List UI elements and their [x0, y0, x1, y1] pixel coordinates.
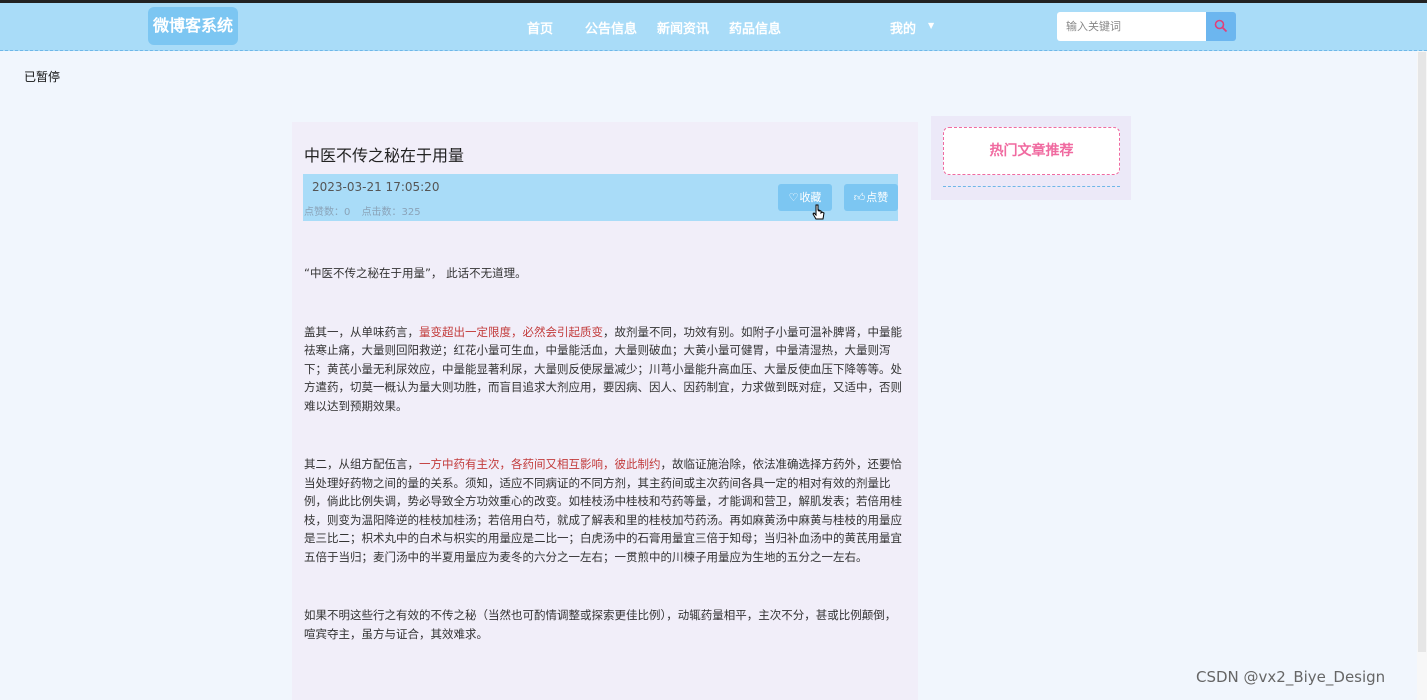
like-button-label: 点赞: [866, 191, 889, 204]
search-input[interactable]: [1057, 12, 1206, 41]
article-title: 中医不传之秘在于用量: [304, 146, 465, 165]
article-meta-bar: 2023-03-21 17:05:20 点赞数：0 点击数：325 ♡收藏 👍︎…: [303, 174, 898, 221]
highlighted-text: 量变超出一定限度，必然会引起质变: [419, 324, 603, 339]
mouse-pointer-icon: [812, 204, 825, 220]
article-paragraph: 如果不明这些行之有效的不传之秘（当然也可酌情调整或探索更佳比例），动辄药量相平，…: [304, 606, 904, 643]
site-logo[interactable]: 微博客系统: [148, 7, 238, 45]
paragraph-text: 其二，从组方配伍言，: [304, 457, 419, 471]
thumbs-up-icon: 👍︎: [853, 191, 866, 204]
article-paragraph: “中医不传之秘在于用量”， 此话不无道理。: [304, 264, 904, 283]
video-status-label: 已暂停: [24, 70, 61, 84]
article-date: 2023-03-21 17:05:20: [312, 180, 440, 194]
nav-news[interactable]: 新闻资讯: [657, 18, 709, 37]
sidebar: 热门文章推荐: [931, 116, 1131, 200]
nav-home[interactable]: 首页: [527, 18, 553, 37]
article-stats: 点赞数：0 点击数：325: [304, 203, 429, 218]
divider: [943, 186, 1120, 187]
highlighted-text: 一方中药有主次，各药间又相互影响，彼此制约: [419, 457, 661, 471]
nav-my-menu[interactable]: 我的: [890, 18, 916, 37]
paragraph-text: “中医不传之秘在于用量”， 此话不无道理。: [304, 266, 527, 280]
watermark: CSDN @vx2_Biye_Design: [1196, 668, 1386, 686]
article-paragraph: 其二，从组方配伍言，一方中药有主次，各药间又相互影响，彼此制约，故临证施治除，依…: [304, 455, 904, 566]
paragraph-text: ，故临证施治除，依法准确选择方药外，还要恰当处理好药物之间的量的关系。须知，适应…: [304, 457, 902, 564]
hot-articles-title: 热门文章推荐: [943, 127, 1120, 175]
search-button[interactable]: [1206, 12, 1236, 41]
article-body: “中医不传之秘在于用量”， 此话不无道理。 盖其一，从单味药言，量变超出一定限度，…: [304, 264, 904, 683]
page-scrollbar-thumb[interactable]: [1418, 52, 1426, 652]
views-count: 点击数：325: [361, 207, 421, 218]
nav-medicines[interactable]: 药品信息: [729, 18, 781, 37]
search-icon: [1214, 19, 1228, 33]
likes-count: 点赞数：0: [304, 207, 351, 218]
nav-announcements[interactable]: 公告信息: [585, 18, 637, 37]
paragraph-text: 盖其一，从单味药言，: [304, 324, 419, 339]
chevron-down-icon[interactable]: ▼: [928, 21, 934, 30]
heart-icon: ♡: [788, 191, 799, 204]
paragraph-text: 如果不明这些行之有效的不传之秘（当然也可酌情调整或探索更佳比例），动辄药量相平，…: [304, 608, 897, 641]
like-button[interactable]: 👍︎点赞: [844, 184, 898, 211]
top-navbar: 微博客系统 首页 公告信息 新闻资讯 药品信息 我的 ▼: [0, 3, 1427, 51]
favorite-button-label: 收藏: [799, 191, 822, 204]
article-paragraph: 盖其一，从单味药言，量变超出一定限度，必然会引起质变，故剂量不同，功效有别。如附…: [304, 323, 904, 416]
